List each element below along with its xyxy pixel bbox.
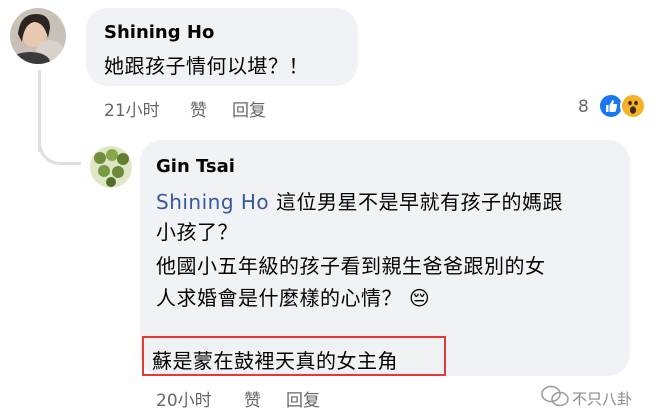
pensive-emoji: 😔 [408,286,431,310]
reply-text-line: Shining Ho 這位男星不是早就有孩子的媽跟 [156,190,564,214]
reply-link[interactable]: 回复 [232,96,266,121]
reply-text-line: 他國小五年級的孩子看到親生爸爸跟別的女 [156,254,546,278]
watermark-logo-icon [540,384,570,412]
reply-text-line: 小孩了？ [156,220,238,244]
reply-link[interactable]: 回复 [286,386,320,411]
like-link[interactable]: 赞 [190,96,207,121]
comment-text: 她跟孩子情何以堪？！ [104,54,309,78]
mention-link[interactable]: Shining Ho [156,190,269,214]
avatar[interactable] [10,8,66,64]
comment-time[interactable]: 21小时 [104,96,160,121]
reply-text-line: 人求婚會是什麼樣的心情？ 😔 [156,286,431,310]
avatar[interactable] [90,146,132,188]
highlight-box [142,336,446,376]
reply-author[interactable]: Gin Tsai [156,156,235,177]
reaction-count[interactable]: 8 [578,97,589,117]
comment-author[interactable]: Shining Ho [104,22,214,43]
reply-time[interactable]: 20小时 [156,386,212,411]
like-link[interactable]: 赞 [244,386,261,411]
thread-connector [38,132,81,165]
watermark-text: 不只八卦 [572,390,633,408]
wow-reaction-icon[interactable] [620,93,646,119]
